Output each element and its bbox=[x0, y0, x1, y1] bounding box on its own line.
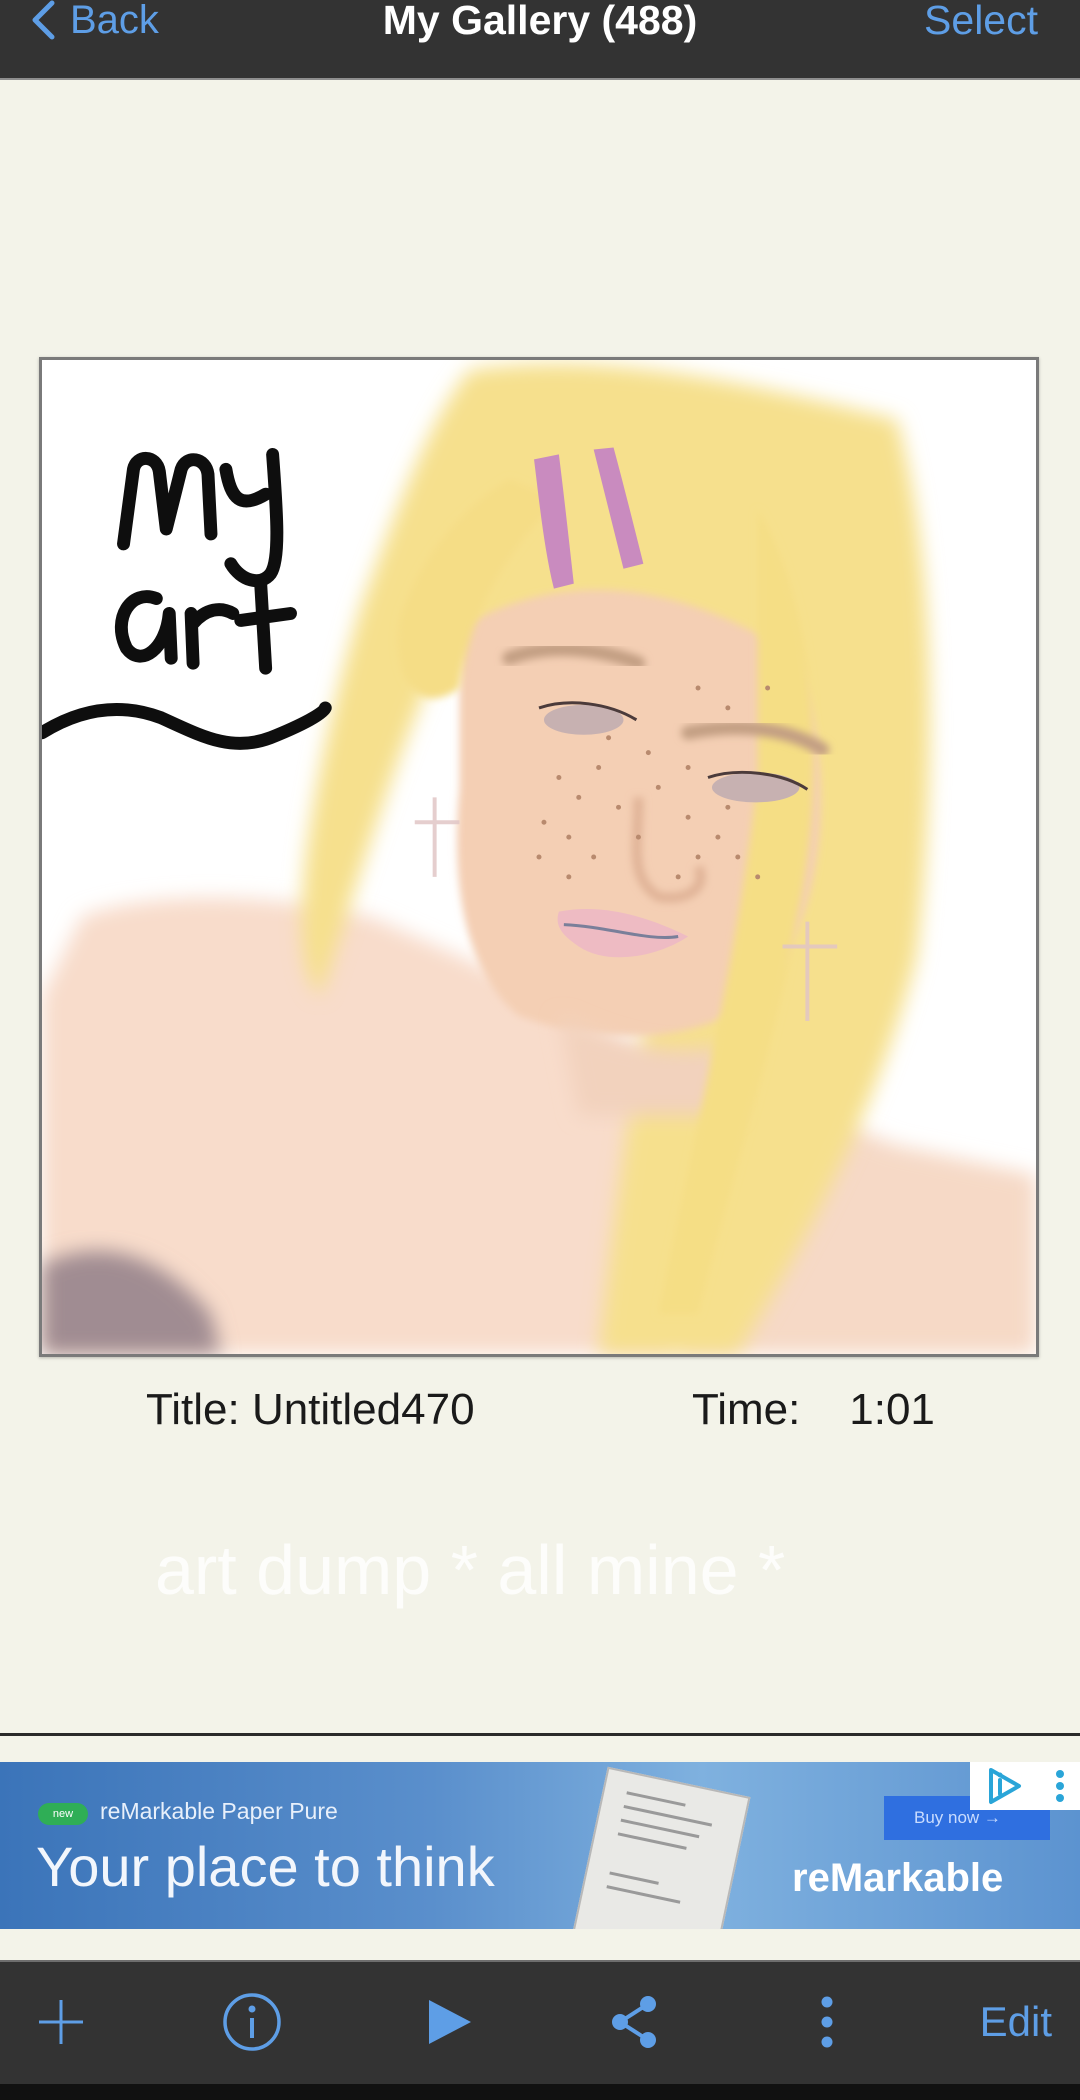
info-icon bbox=[223, 1993, 281, 2051]
ad-choices[interactable] bbox=[970, 1762, 1080, 1810]
more-vertical-icon bbox=[821, 1996, 833, 2048]
ad-logo: reMarkable bbox=[792, 1856, 1004, 1900]
add-button[interactable] bbox=[36, 1982, 86, 2062]
page-title: My Gallery (488) bbox=[382, 0, 698, 43]
share-icon bbox=[612, 1996, 656, 2048]
bottom-toolbar: Edit bbox=[0, 1960, 1080, 2086]
top-nav-bar: Back My Gallery (488) Select bbox=[0, 0, 1080, 80]
system-nav-strip bbox=[0, 2084, 1080, 2100]
ad-menu-icon[interactable] bbox=[1052, 1766, 1068, 1806]
share-button[interactable] bbox=[608, 1982, 660, 2062]
ad-product-name: reMarkable Paper Pure bbox=[100, 1798, 338, 1824]
tablet-image bbox=[571, 1766, 751, 1929]
drawing-time: Time: 1:01 bbox=[692, 1385, 935, 1434]
ad-headline: Your place to think bbox=[36, 1835, 495, 1898]
drawing-caption: art dump * all mine * bbox=[155, 1531, 786, 1609]
ad-choices-icon[interactable] bbox=[983, 1766, 1027, 1806]
artwork-drawing bbox=[42, 360, 1036, 1354]
select-button[interactable]: Select bbox=[924, 0, 1038, 50]
edit-button[interactable]: Edit bbox=[980, 1982, 1052, 2062]
play-icon bbox=[429, 2000, 471, 2044]
drawing-title: Title: Untitled470 bbox=[146, 1385, 475, 1434]
more-button[interactable] bbox=[812, 1982, 842, 2062]
info-button[interactable] bbox=[222, 1982, 282, 2062]
ad-new-badge: new bbox=[38, 1803, 88, 1825]
divider bbox=[0, 1733, 1080, 1736]
plus-icon bbox=[39, 2000, 83, 2044]
play-button[interactable] bbox=[424, 1982, 474, 2062]
ad-banner[interactable]: new reMarkable Paper Pure Your place to … bbox=[0, 1762, 1080, 1929]
artwork-image[interactable] bbox=[39, 357, 1039, 1357]
